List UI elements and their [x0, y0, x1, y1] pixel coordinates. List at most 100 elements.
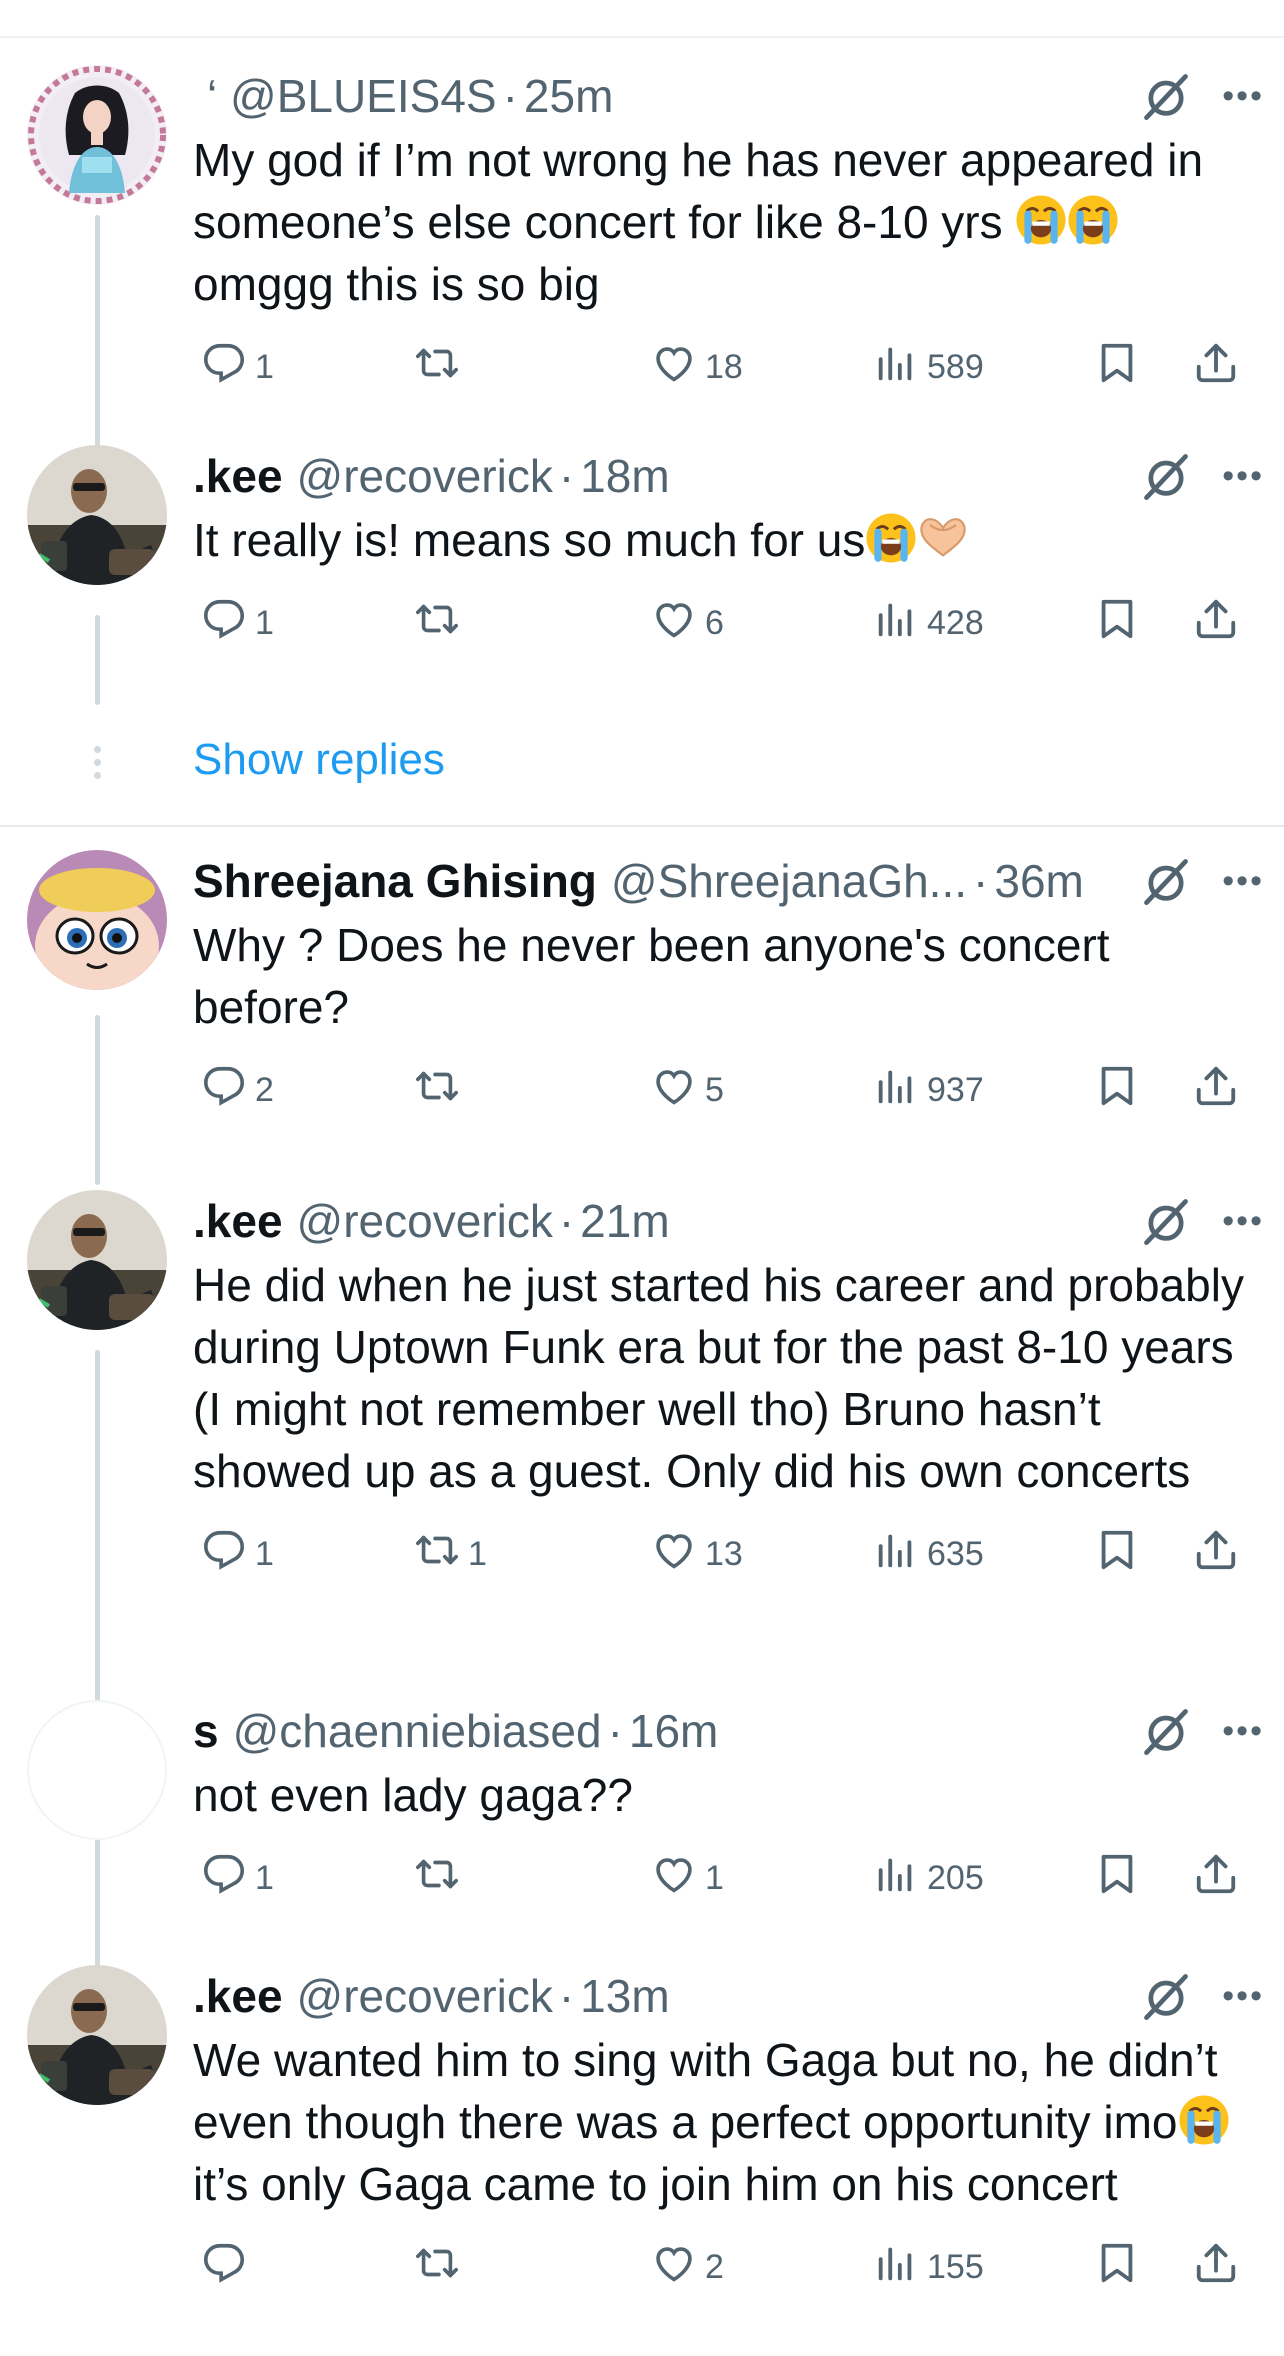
share-button[interactable] — [1185, 1060, 1239, 1120]
views-icon — [873, 1527, 919, 1582]
views-icon — [873, 1851, 919, 1906]
separator-dot: · — [607, 1705, 623, 1757]
views-button[interactable]: 589 — [865, 337, 984, 397]
bookmark-button[interactable] — [1086, 1848, 1140, 1908]
more-icon[interactable]: ••• — [1222, 1977, 1264, 2016]
repost-button[interactable] — [406, 337, 468, 397]
views-count: 589 — [927, 347, 984, 386]
like-button[interactable]: 13 — [643, 1524, 743, 1584]
user-handle[interactable]: ‘ @BLUEIS4S — [207, 69, 497, 123]
reply-button[interactable]: 2 — [193, 1060, 274, 1120]
timestamp[interactable]: 36m — [994, 854, 1083, 908]
likes-count: 1 — [705, 1858, 724, 1897]
share-button[interactable] — [1185, 2237, 1239, 2297]
like-button[interactable]: 18 — [643, 337, 743, 397]
views-button[interactable]: 205 — [865, 1848, 984, 1908]
user-handle[interactable]: @chaenniebiased — [233, 1704, 602, 1758]
replies-count: 1 — [255, 347, 274, 386]
share-icon — [1193, 1851, 1239, 1906]
reply-icon — [201, 340, 247, 395]
timestamp[interactable]: 25m — [524, 69, 613, 123]
timestamp[interactable]: 21m — [580, 1194, 669, 1248]
grok-icon[interactable] — [1140, 855, 1192, 907]
reply-button[interactable]: 1 — [193, 1524, 274, 1584]
repost-button[interactable] — [406, 1848, 468, 1908]
reply-button[interactable]: 1 — [193, 1848, 274, 1908]
grok-icon[interactable] — [1140, 1705, 1192, 1757]
more-icon[interactable]: ••• — [1222, 862, 1264, 901]
display-name[interactable]: Shreejana Ghising — [193, 854, 597, 908]
bookmark-button[interactable] — [1086, 337, 1140, 397]
grok-icon[interactable] — [1140, 70, 1192, 122]
loudly-crying-face-emoji — [1067, 195, 1119, 248]
share-button[interactable] — [1185, 1524, 1239, 1584]
more-icon[interactable]: ••• — [1222, 1712, 1264, 1751]
tweet-header: Shreejana Ghising @ShreejanaGh... · 36m ••• — [193, 850, 1264, 912]
tweet-text-part: He did when he just started his career a… — [193, 1259, 1257, 1497]
views-button[interactable]: 155 — [865, 2237, 984, 2297]
replies-count: 1 — [255, 1858, 274, 1897]
loudly-crying-face-emoji — [1015, 195, 1067, 248]
man-sunglasses-avatar[interactable] — [27, 445, 167, 585]
views-count: 205 — [927, 1858, 984, 1897]
more-icon[interactable]: ••• — [1222, 457, 1264, 496]
share-icon — [1193, 1063, 1239, 1118]
reply-icon — [201, 1063, 247, 1118]
like-button[interactable]: 2 — [643, 2237, 724, 2297]
like-button[interactable]: 5 — [643, 1060, 724, 1120]
more-icon[interactable]: ••• — [1222, 1202, 1264, 1241]
like-button[interactable]: 6 — [643, 593, 724, 653]
timestamp[interactable]: 13m — [580, 1969, 669, 2023]
bookmark-icon — [1094, 1851, 1140, 1906]
display-name[interactable]: .kee — [193, 449, 283, 503]
thread-line — [95, 1015, 100, 1185]
display-name[interactable]: .kee — [193, 1969, 283, 2023]
heart-icon — [651, 1527, 697, 1582]
repost-button[interactable] — [406, 1060, 468, 1120]
share-button[interactable] — [1185, 337, 1239, 397]
bookmark-button[interactable] — [1086, 593, 1140, 653]
bookmark-button[interactable] — [1086, 1524, 1140, 1584]
tweet-text: not even lady gaga?? — [193, 1764, 1264, 1826]
user-handle[interactable]: @recoverick — [297, 449, 553, 503]
display-name[interactable]: s — [193, 1704, 219, 1758]
man-sunglasses-avatar[interactable] — [27, 1190, 167, 1330]
grok-icon[interactable] — [1140, 1195, 1192, 1247]
share-button[interactable] — [1185, 593, 1239, 653]
repost-icon — [414, 1063, 460, 1118]
man-sunglasses-avatar[interactable] — [27, 1965, 167, 2105]
repost-button[interactable]: 1 — [406, 1524, 487, 1584]
girl-in-blue-avatar[interactable] — [27, 65, 167, 205]
blank-avatar[interactable] — [27, 1700, 167, 1840]
views-button[interactable]: 428 — [865, 593, 984, 653]
repost-button[interactable] — [406, 2237, 468, 2297]
show-replies-link[interactable]: Show replies — [193, 735, 445, 785]
user-handle[interactable]: @recoverick — [297, 1969, 553, 2023]
bookmark-icon — [1094, 340, 1140, 395]
like-button[interactable]: 1 — [643, 1848, 724, 1908]
separator-dot: · — [502, 70, 518, 122]
powerpuff-girl-avatar[interactable] — [27, 850, 167, 990]
grok-icon[interactable] — [1140, 1970, 1192, 2022]
reply-button[interactable]: 1 — [193, 337, 274, 397]
bookmark-button[interactable] — [1086, 2237, 1140, 2297]
likes-count: 6 — [705, 603, 724, 642]
timestamp[interactable]: 18m — [580, 449, 669, 503]
share-button[interactable] — [1185, 1848, 1239, 1908]
repost-button[interactable] — [406, 593, 468, 653]
views-button[interactable]: 937 — [865, 1060, 984, 1120]
tweet-text: My god if I’m not wrong he has never app… — [193, 129, 1264, 315]
loudly-crying-face-emoji — [865, 513, 917, 566]
reply-button[interactable]: 1 — [193, 593, 274, 653]
section-divider — [0, 825, 1284, 827]
timestamp[interactable]: 16m — [629, 1704, 718, 1758]
bookmark-button[interactable] — [1086, 1060, 1140, 1120]
user-handle[interactable]: @ShreejanaGh... — [611, 854, 967, 908]
reply-button[interactable] — [193, 2237, 255, 2297]
grok-icon[interactable] — [1140, 450, 1192, 502]
display-name[interactable]: .kee — [193, 1194, 283, 1248]
views-button[interactable]: 635 — [865, 1524, 984, 1584]
user-handle[interactable]: @recoverick — [297, 1194, 553, 1248]
more-icon[interactable]: ••• — [1222, 77, 1264, 116]
likes-count: 5 — [705, 1070, 724, 1109]
